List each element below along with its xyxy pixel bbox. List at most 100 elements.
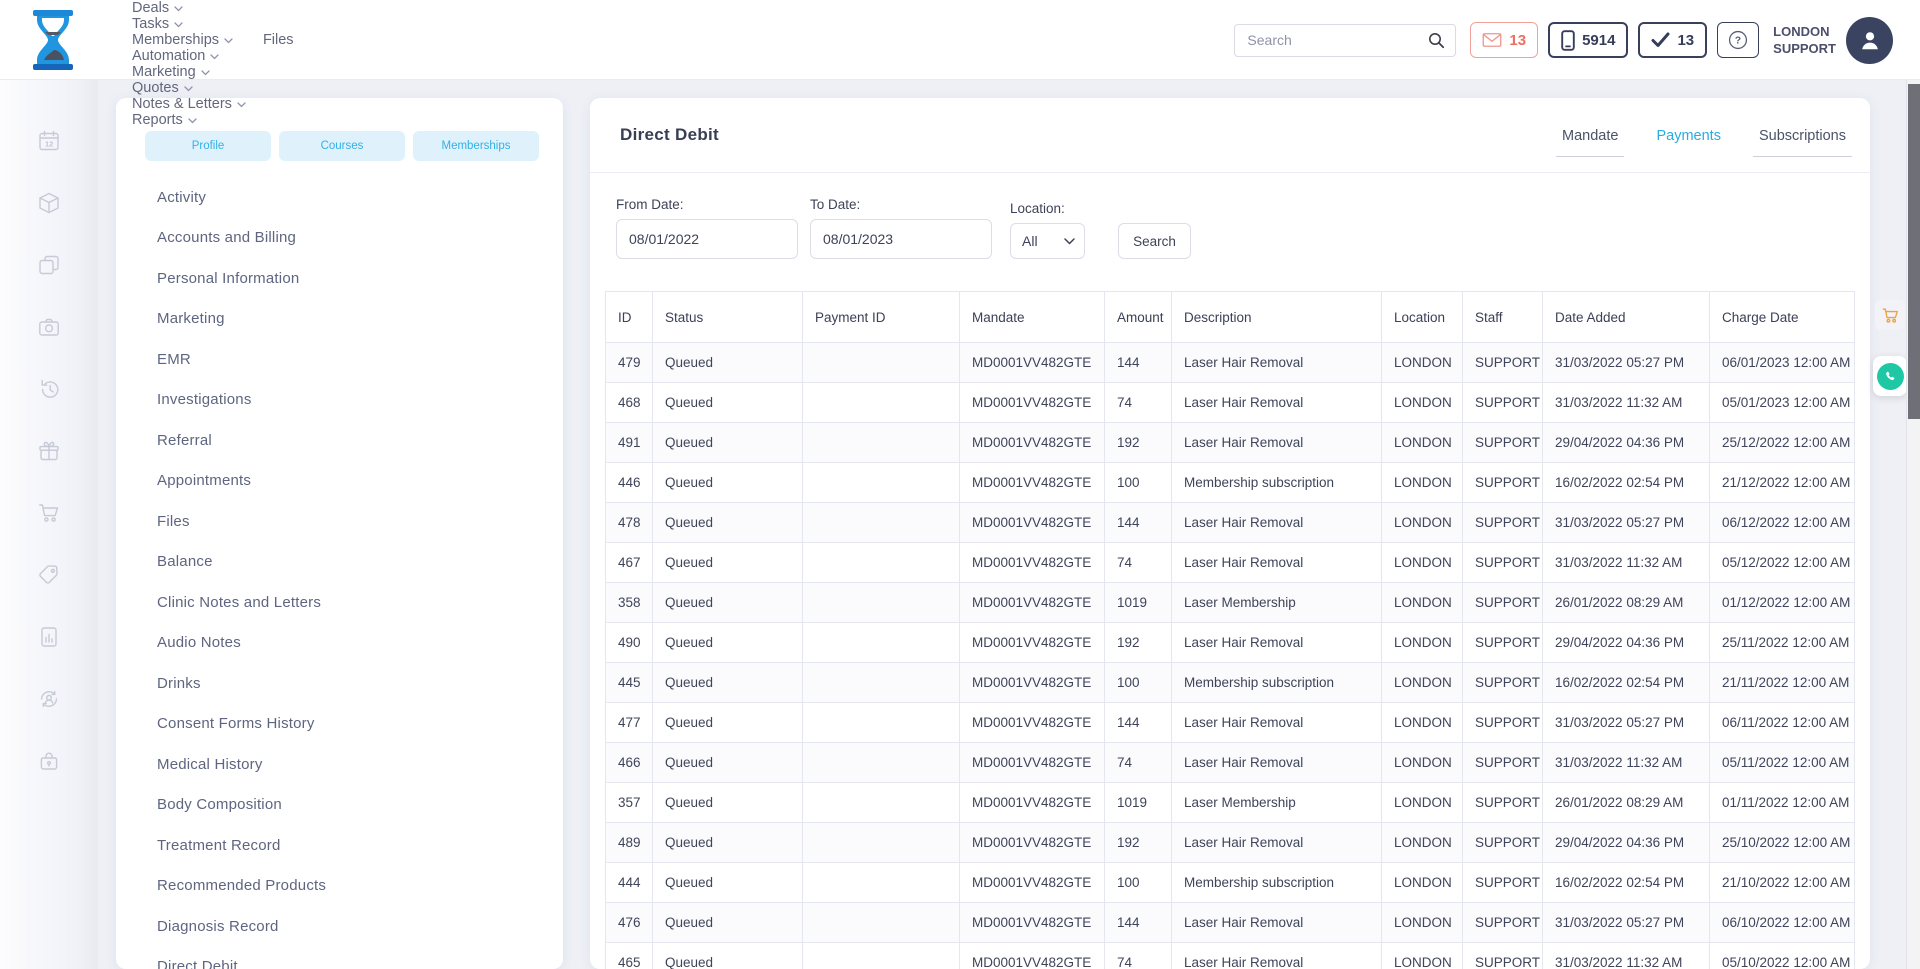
messages-badge[interactable]: 13 — [1470, 22, 1538, 58]
support-icon[interactable] — [37, 687, 61, 711]
cell-description: Laser Hair Removal — [1172, 903, 1382, 943]
table-row[interactable]: 465 Queued MD0001VV482GTE 74 Laser Hair … — [606, 943, 1855, 969]
profile-menu-item[interactable]: Investigations — [157, 380, 563, 421]
profile-menu-item[interactable]: Body Composition — [157, 785, 563, 826]
table-row[interactable]: 444 Queued MD0001VV482GTE 100 Membership… — [606, 863, 1855, 903]
profile-menu-item[interactable]: Accounts and Billing — [157, 218, 563, 259]
column-header[interactable]: Description — [1172, 292, 1382, 343]
search-icon[interactable] — [1428, 32, 1445, 49]
table-row[interactable]: 491 Queued MD0001VV482GTE 192 Laser Hair… — [606, 423, 1855, 463]
nav-menu-item[interactable]: Deals — [132, 0, 246, 16]
table-row[interactable]: 466 Queued MD0001VV482GTE 74 Laser Hair … — [606, 743, 1855, 783]
table-row[interactable]: 476 Queued MD0001VV482GTE 144 Laser Hair… — [606, 903, 1855, 943]
cell-charge-date: 25/10/2022 12:00 AM — [1710, 823, 1855, 863]
column-header[interactable]: Date Added — [1543, 292, 1710, 343]
cell-mandate: MD0001VV482GTE — [960, 503, 1105, 543]
column-header[interactable]: Payment ID — [803, 292, 960, 343]
column-header[interactable]: Location — [1382, 292, 1463, 343]
floating-cart-button[interactable] — [1875, 300, 1905, 330]
package-icon[interactable] — [37, 191, 61, 215]
cell-mandate: MD0001VV482GTE — [960, 343, 1105, 383]
tab-courses[interactable]: Courses — [279, 131, 405, 161]
cell-payment-id — [803, 623, 960, 663]
profile-menu-item[interactable]: Activity — [157, 177, 563, 218]
nav-menu-item[interactable]: Memberships — [132, 32, 246, 48]
sms-badge[interactable]: 5914 — [1548, 22, 1628, 58]
table-row[interactable]: 357 Queued MD0001VV482GTE 1019 Laser Mem… — [606, 783, 1855, 823]
copy-icon[interactable] — [37, 253, 61, 277]
cart-icon[interactable] — [37, 501, 61, 525]
column-header[interactable]: Status — [653, 292, 803, 343]
page-scrollbar-thumb[interactable] — [1908, 84, 1920, 419]
report-icon[interactable] — [37, 625, 61, 649]
cell-charge-date: 01/12/2022 12:00 AM — [1710, 583, 1855, 623]
profile-menu-item[interactable]: EMR — [157, 339, 563, 380]
column-header[interactable]: ID — [606, 292, 653, 343]
cell-staff: SUPPORT — [1463, 703, 1543, 743]
app-logo-icon[interactable] — [30, 10, 76, 70]
cell-amount: 100 — [1105, 663, 1172, 703]
floating-phone-button[interactable] — [1873, 356, 1907, 396]
cell-charge-date: 21/11/2022 12:00 AM — [1710, 663, 1855, 703]
nav-menu-item[interactable]: Reports — [132, 112, 246, 128]
profile-menu-item[interactable]: Clinic Notes and Letters — [157, 582, 563, 623]
from-date-input[interactable] — [616, 219, 798, 259]
gift-icon[interactable] — [37, 439, 61, 463]
profile-menu-item[interactable]: Audio Notes — [157, 623, 563, 664]
profile-menu-item[interactable]: Diagnosis Record — [157, 906, 563, 947]
tab-profile[interactable]: Profile — [145, 131, 271, 161]
camera-icon[interactable] — [37, 315, 61, 339]
profile-menu-item[interactable]: Personal Information — [157, 258, 563, 299]
table-row[interactable]: 445 Queued MD0001VV482GTE 100 Membership… — [606, 663, 1855, 703]
column-header[interactable]: Charge Date — [1710, 292, 1855, 343]
table-row[interactable]: 468 Queued MD0001VV482GTE 74 Laser Hair … — [606, 383, 1855, 423]
location-select[interactable]: All — [1010, 223, 1085, 259]
table-row[interactable]: 478 Queued MD0001VV482GTE 144 Laser Hair… — [606, 503, 1855, 543]
profile-menu-item[interactable]: Recommended Products — [157, 866, 563, 907]
profile-menu-item[interactable]: Referral — [157, 420, 563, 461]
profile-menu-item[interactable]: Appointments — [157, 461, 563, 502]
to-date-input[interactable] — [810, 219, 992, 259]
nav-menu-item[interactable]: Marketing — [132, 64, 246, 80]
cell-staff: SUPPORT — [1463, 743, 1543, 783]
user-name[interactable]: LONDON SUPPORT — [1773, 23, 1836, 57]
tab-memberships[interactable]: Memberships — [413, 131, 539, 161]
nav-menu-item[interactable]: Quotes — [132, 80, 246, 96]
search-input[interactable] — [1247, 32, 1428, 48]
profile-menu-item[interactable]: Drinks — [157, 663, 563, 704]
nav-menu-item-files[interactable]: Files — [263, 32, 294, 48]
history-icon[interactable] — [37, 377, 61, 401]
column-header[interactable]: Amount — [1105, 292, 1172, 343]
tag-icon[interactable] — [37, 563, 61, 587]
table-header-row: ID Status Payment ID Mandate Amount Desc… — [606, 292, 1855, 343]
page-scrollbar-track[interactable] — [1906, 80, 1920, 969]
column-header[interactable]: Staff — [1463, 292, 1543, 343]
table-row[interactable]: 467 Queued MD0001VV482GTE 74 Laser Hair … — [606, 543, 1855, 583]
profile-menu-item[interactable]: Balance — [157, 542, 563, 583]
filter-search-button[interactable]: Search — [1118, 223, 1191, 259]
calendar-icon[interactable]: 12 — [37, 129, 61, 153]
profile-menu-item[interactable]: Consent Forms History — [157, 704, 563, 745]
profile-menu-item[interactable]: Treatment Record — [157, 825, 563, 866]
table-row[interactable]: 446 Queued MD0001VV482GTE 100 Membership… — [606, 463, 1855, 503]
nav-menu-item[interactable]: Tasks — [132, 16, 246, 32]
help-button[interactable]: ? — [1717, 22, 1759, 58]
table-row[interactable]: 477 Queued MD0001VV482GTE 144 Laser Hair… — [606, 703, 1855, 743]
user-avatar[interactable] — [1846, 17, 1893, 64]
profile-menu-item[interactable]: Direct Debit — [157, 947, 563, 969]
tab-subscriptions[interactable]: Subscriptions — [1757, 126, 1848, 144]
nav-menu-item[interactable]: Automation — [132, 48, 246, 64]
nav-menu-item[interactable]: Notes & Letters — [132, 96, 246, 112]
tasks-badge[interactable]: 13 — [1638, 22, 1707, 58]
table-row[interactable]: 358 Queued MD0001VV482GTE 1019 Laser Mem… — [606, 583, 1855, 623]
tab-mandate[interactable]: Mandate — [1560, 126, 1620, 144]
table-row[interactable]: 490 Queued MD0001VV482GTE 192 Laser Hair… — [606, 623, 1855, 663]
tab-payments[interactable]: Payments — [1654, 126, 1722, 144]
table-row[interactable]: 479 Queued MD0001VV482GTE 144 Laser Hair… — [606, 343, 1855, 383]
lock-icon[interactable] — [37, 749, 61, 773]
profile-menu-item[interactable]: Files — [157, 501, 563, 542]
profile-menu-item[interactable]: Medical History — [157, 744, 563, 785]
table-row[interactable]: 489 Queued MD0001VV482GTE 192 Laser Hair… — [606, 823, 1855, 863]
profile-menu-item[interactable]: Marketing — [157, 299, 563, 340]
column-header[interactable]: Mandate — [960, 292, 1105, 343]
